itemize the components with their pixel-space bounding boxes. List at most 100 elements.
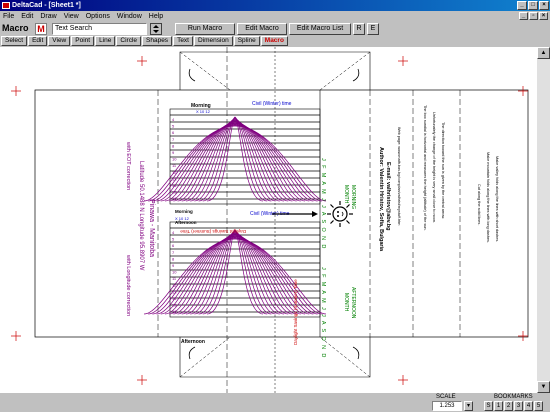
hour-curve xyxy=(202,230,268,315)
scale-label: 7 xyxy=(172,250,175,255)
month-label-top: MONTH xyxy=(343,185,349,204)
menu-edit[interactable]: Edit xyxy=(21,13,33,20)
doc-minimize-icon[interactable]: _ xyxy=(519,12,528,20)
mountain-fold-instruction: Make mountain folds along the lines with… xyxy=(486,152,490,243)
scale-label: 14 xyxy=(172,183,177,188)
scale-label: 12 xyxy=(172,170,177,175)
run-macro-button[interactable]: Run Macro xyxy=(175,23,235,35)
scale-label: 10 xyxy=(172,270,177,275)
menu-draw[interactable]: Draw xyxy=(40,13,56,20)
tab-dimension[interactable]: Dimension xyxy=(193,36,233,46)
bookmark-4[interactable]: 4 xyxy=(524,401,533,411)
scale-label: 8 xyxy=(172,143,175,148)
macro-icon[interactable]: M xyxy=(35,23,47,35)
scale-value[interactable]: 1.253 xyxy=(432,401,462,411)
scale-label: 15 xyxy=(172,303,177,308)
bookmark-s[interactable]: S xyxy=(484,401,493,411)
scale-label: 5 xyxy=(172,237,175,242)
menu-options[interactable]: Options xyxy=(86,13,110,20)
spinner-icon[interactable] xyxy=(150,23,162,35)
tab-text[interactable]: Text xyxy=(173,36,193,46)
menu-help[interactable]: Help xyxy=(149,13,163,20)
menu-window[interactable]: Window xyxy=(117,13,142,20)
scale-label: 4 xyxy=(172,117,175,122)
tab-macro[interactable]: Macro xyxy=(260,36,288,46)
hour-curve xyxy=(164,122,306,202)
hour-curve xyxy=(169,235,301,315)
fold-line xyxy=(319,336,371,378)
fold-arrow-icon xyxy=(352,346,360,360)
bookmark-5[interactable]: 5 xyxy=(534,401,543,411)
email-label: E-mail: valhristov@abv.bg xyxy=(385,162,391,231)
month-label-bottom: MONTH xyxy=(343,293,349,312)
arrow-head-icon xyxy=(312,211,318,217)
scale-label: 15 xyxy=(172,190,177,195)
tab-circle[interactable]: Circle xyxy=(116,36,142,46)
scale-label: 12 xyxy=(172,283,177,288)
scale-dropdown-icon[interactable]: ▾ xyxy=(464,401,473,411)
hour-labels-top: X 10 12 xyxy=(196,109,211,114)
close-icon[interactable]: × xyxy=(539,1,549,10)
bookmarks-label: BOOKMARKS xyxy=(494,394,533,400)
web-label: Web page: www.math.bas.bg/complan/valhri… xyxy=(397,127,401,225)
tab-spline[interactable]: Spline xyxy=(233,36,260,46)
scroll-down-icon[interactable]: ▼ xyxy=(537,381,550,393)
r-button[interactable]: R xyxy=(353,23,365,35)
bookmark-1[interactable]: 1 xyxy=(494,401,503,411)
edit-macro-list-button[interactable]: Edit Macro List xyxy=(289,23,351,35)
scale-label: 8 xyxy=(172,256,175,261)
scale-label: 9 xyxy=(172,150,175,155)
scale-label: 14 xyxy=(172,296,177,301)
scroll-up-icon[interactable]: ▲ xyxy=(537,47,550,59)
location-title: Pinawa - Manitoba xyxy=(148,199,155,257)
instruction-3: The direction toward the sun is given by… xyxy=(441,122,445,219)
fold-arrow-icon xyxy=(352,68,360,82)
hour-curve xyxy=(177,120,293,202)
macro-toolbar: Macro M Text Search Run Macro Edit Macro… xyxy=(0,22,550,36)
tab-point[interactable]: Point xyxy=(71,36,95,46)
scale-label: 9 xyxy=(172,263,175,268)
hour-curve xyxy=(194,231,276,315)
scale-label: 5 xyxy=(172,124,175,129)
status-bar: SCALE 1.253 ▾ BOOKMARKS S 1 2 3 4 5 xyxy=(0,393,550,412)
edit-macro-button[interactable]: Edit Macro xyxy=(237,23,287,35)
author-label: Author: Valentin Hristov, Sofia, Bulgari… xyxy=(378,147,384,252)
bookmark-2[interactable]: 2 xyxy=(504,401,513,411)
scale-label: 16 xyxy=(172,196,177,201)
drawing-canvas[interactable]: 4 5 6 7 8 9 10 11 12 13 14 15 16 4 5 6 7 8 9 10 11 12 13 14 15 1… xyxy=(0,47,537,393)
afternoon-label: Afternoon xyxy=(181,339,205,345)
tab-view[interactable]: View xyxy=(48,36,71,46)
tab-shapes[interactable]: Shapes xyxy=(142,36,173,46)
doc-restore-icon[interactable]: ▫ xyxy=(529,12,538,20)
vertical-scrollbar[interactable]: ▲ ▼ xyxy=(537,47,550,393)
dst-label-bottom: Daylight Savings (Summer) Time xyxy=(293,279,298,345)
app-icon xyxy=(2,2,10,9)
scale-label: 10 xyxy=(172,157,177,162)
scale-label: 6 xyxy=(172,243,175,248)
minimize-icon[interactable]: _ xyxy=(517,1,527,10)
menu-file[interactable]: File xyxy=(3,13,14,20)
tab-line[interactable]: Line xyxy=(95,36,116,46)
maximize-icon[interactable]: □ xyxy=(528,1,538,10)
morning-green-label: MORNING xyxy=(350,185,356,209)
fold-line xyxy=(179,51,231,91)
hour-curve xyxy=(160,123,310,202)
hour-curve xyxy=(177,233,293,315)
morning-label-mid: Morning xyxy=(175,209,193,214)
tab-select[interactable]: Select xyxy=(1,36,28,46)
civil-time-label-top: Civil (Winter) time xyxy=(252,101,292,107)
hour-curve xyxy=(181,120,289,202)
tab-edit[interactable]: Edit xyxy=(28,36,48,46)
sundial-drawing: 45678910111213141516 4567891011121314151… xyxy=(11,47,529,393)
title-bar: DeltaCad - [Sheet1 *] _ □ × xyxy=(0,0,550,11)
hour-curve xyxy=(181,233,289,315)
macro-select[interactable]: Text Search xyxy=(52,23,147,35)
instruction-1: The box sundial is horizontal and measur… xyxy=(423,105,427,231)
doc-close-icon[interactable]: × xyxy=(539,12,548,20)
scale-label: 13 xyxy=(172,289,177,294)
e-button[interactable]: E xyxy=(367,23,379,35)
sun-icon xyxy=(327,201,353,227)
menu-view[interactable]: View xyxy=(64,13,79,20)
bookmark-3[interactable]: 3 xyxy=(514,401,523,411)
scale-label: SCALE xyxy=(436,394,456,400)
